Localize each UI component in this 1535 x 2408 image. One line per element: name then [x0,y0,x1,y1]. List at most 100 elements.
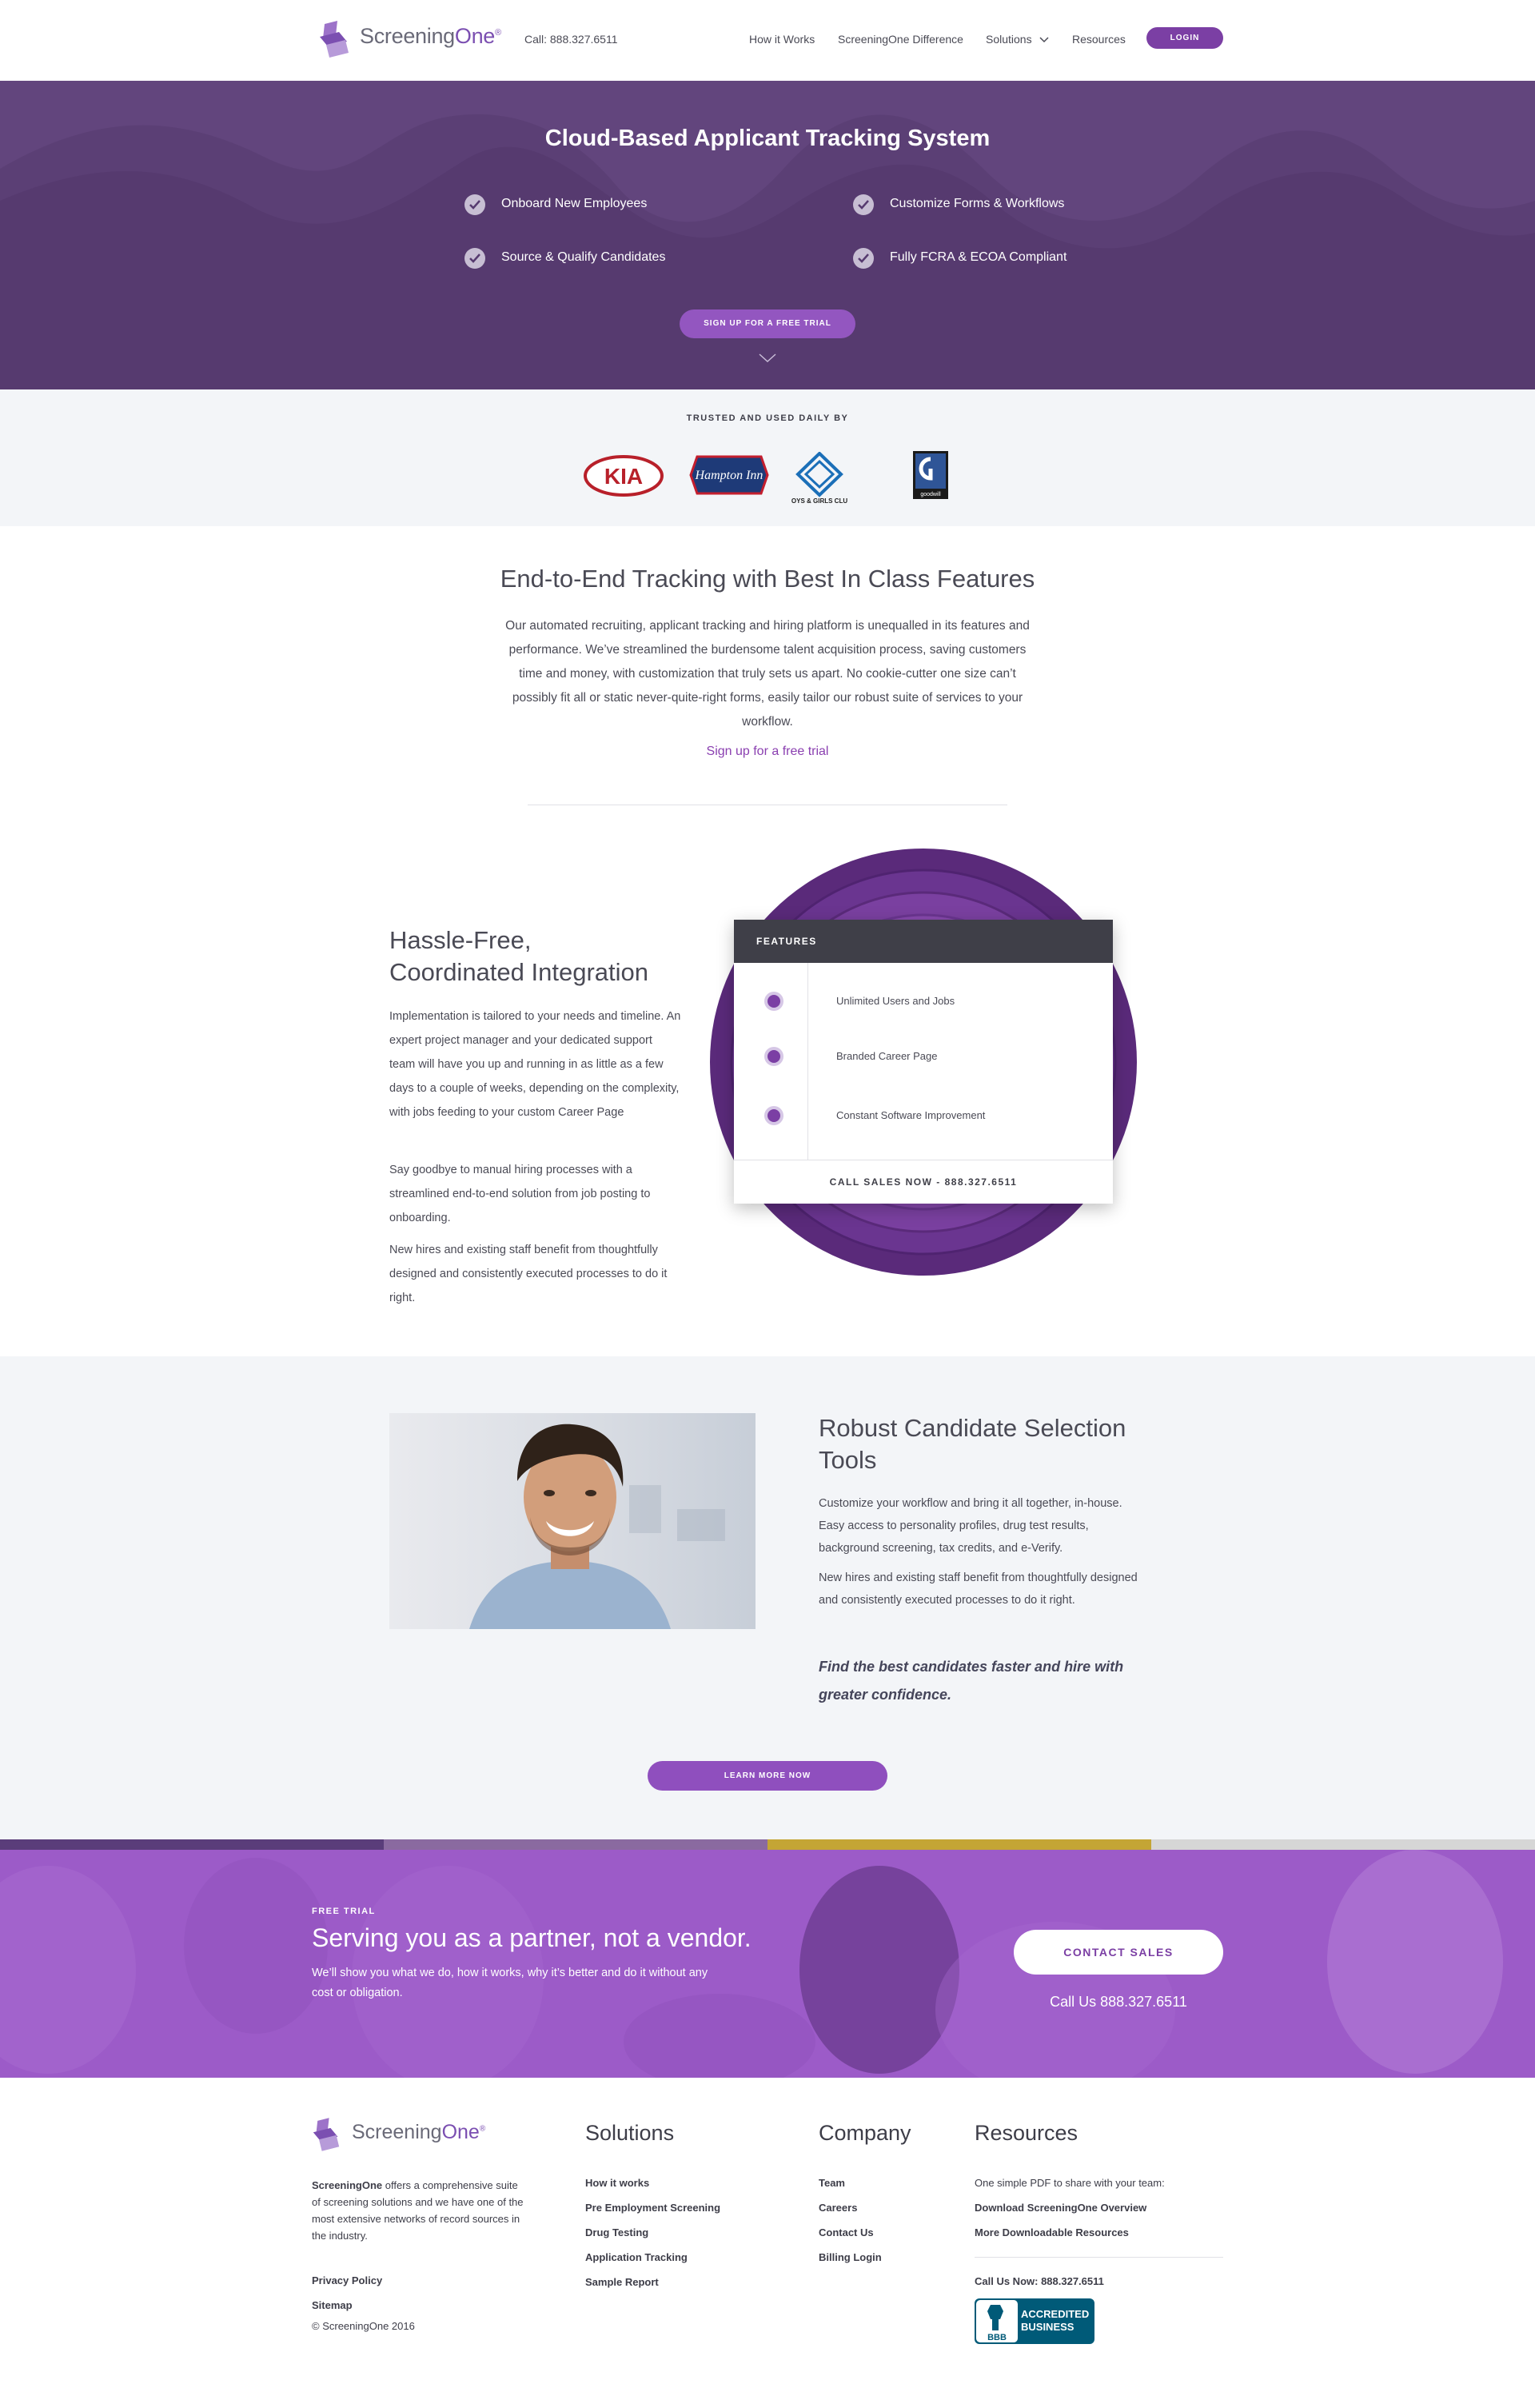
footer-link-team[interactable]: Team [819,2177,845,2189]
boys-girls-club-logo: BOYS & GIRLS CLUB [791,452,847,505]
checkmark-glyph-icon [858,254,869,263]
robust-title-line2: Tools [819,1446,877,1474]
features-heading: FEATURES [734,920,1113,963]
screeningone-logo-icon[interactable] [312,2118,341,2151]
feature-item: Unlimited Users and Jobs [836,995,955,1007]
header-call[interactable]: Call: 888.327.6511 [524,33,618,46]
solutions-heading: Solutions [585,2121,675,2145]
chevron-down-icon [1039,37,1050,43]
contact-sales-button[interactable]: CONTACT SALES [1014,1930,1223,1975]
trusted-logos-section: TRUSTED AND USED DAILY BY KIA Hampton In… [0,389,1535,526]
brand-logo-text[interactable]: ScreeningOne® [360,24,501,49]
logo-text-brand: One [441,2121,480,2143]
logo-text-brand: One [454,24,496,48]
nav-how-it-works[interactable]: How it Works [749,33,815,46]
cta-subtitle: We’ll show you what we do, how it works,… [312,1967,708,1999]
footer-link-contact-us[interactable]: Contact Us [819,2226,874,2238]
footer-logo-text[interactable]: ScreeningOne® [352,2121,485,2144]
intro-title: End-to-End Tracking with Best In Class F… [500,565,1035,593]
copyright: © ScreeningOne 2016 [312,2320,415,2332]
resources-heading: Resources [975,2121,1078,2145]
nav-resources[interactable]: Resources [1072,33,1126,46]
robust-section: Robust Candidate Selection Tools Customi… [0,1356,1535,1839]
svg-text:BBB: BBB [987,2333,1007,2342]
integration-title-line1: Hassle-Free, [389,926,532,954]
robust-emphasis: Find the best candidates faster and hire… [819,1659,1124,1703]
color-strip-segment [384,1839,768,1850]
check-icon [764,1047,783,1066]
check-icon [764,992,783,1011]
site-footer: ScreeningOne® ScreeningOne offers a comp… [0,2078,1535,2408]
feature-item: Constant Software Improvement [836,1109,986,1121]
free-trial-button[interactable]: SIGN UP FOR A FREE TRIAL [680,309,855,338]
robust-paragraph: New hires and existing staff benefit fro… [819,1571,1138,1607]
integration-paragraph: New hires and existing staff benefit fro… [389,1244,668,1304]
checkmark-glyph-icon [858,200,869,210]
cta-title: Serving you as a partner, not a vendor. [312,1923,752,1952]
bbb-line1: ACCREDITED [1021,2308,1090,2320]
logo-text-plain: Screening [360,24,455,48]
chevron-down-icon[interactable] [759,353,776,363]
robust-title: Robust Candidate Selection Tools [819,1412,1162,1476]
team-photo-background [0,1850,1503,2078]
site-header: ScreeningOne® Call: 888.327.6511 How it … [0,0,1535,81]
hero-feature-source: Source & Qualify Candidates [501,250,666,264]
footer-link-how-it-works[interactable]: How it works [585,2177,649,2189]
color-strip-segment [0,1839,384,1850]
integration-paragraph: Say goodbye to manual hiring processes w… [389,1164,651,1224]
bbb-torch-icon: BBB [987,2305,1007,2342]
footer-link-sample-report[interactable]: Sample Report [585,2276,659,2288]
checkmark-glyph-icon [469,254,480,263]
bbb-accredited-badge[interactable]: BBB ACCREDITED BUSINESS [975,2298,1094,2344]
hero-feature-compliant: Fully FCRA & ECOA Compliant [890,250,1067,264]
svg-text:goodwill: goodwill [920,492,941,497]
free-trial-link[interactable]: Sign up for a free trial [0,745,1535,759]
color-strip-segment [1151,1839,1535,1850]
footer-link-careers[interactable]: Careers [819,2202,857,2214]
cta-kicker: FREE TRIAL [312,1907,376,1916]
company-heading: Company [819,2121,911,2145]
privacy-policy-link[interactable]: Privacy Policy [312,2274,382,2286]
check-icon [764,1106,783,1125]
integration-title: Hassle-Free, Coordinated Integration [389,924,693,988]
sitemap-link[interactable]: Sitemap [312,2299,353,2311]
svg-text:BOYS & GIRLS CLUB: BOYS & GIRLS CLUB [791,497,847,505]
nav-solutions-label: Solutions [986,33,1032,46]
more-resources-link[interactable]: More Downloadable Resources [975,2226,1129,2238]
hero-feature-onboard: Onboard New Employees [501,197,648,210]
logo-registered: ® [479,2124,486,2134]
bbb-seal: BBB [976,2300,1018,2342]
footer-link-application-tracking[interactable]: Application Tracking [585,2251,688,2263]
login-button[interactable]: LOGIN [1146,27,1223,49]
hero-title: Cloud-Based Applicant Tracking System [544,126,991,151]
robust-paragraph: Customize your workflow and bring it all… [819,1497,1122,1555]
footer-link-pre-employment[interactable]: Pre Employment Screening [585,2202,720,2214]
cta-section: FREE TRIAL Serving you as a partner, not… [0,1850,1535,2078]
footer-call-link[interactable]: Call Us Now: 888.327.6511 [975,2275,1104,2287]
checkmark-glyph-icon [469,200,480,210]
logo-text-plain: Screening [352,2121,442,2143]
cta-call-link[interactable]: Call Us 888.327.6511 [1014,1994,1223,2011]
call-sales-link[interactable]: CALL SALES NOW - 888.327.6511 [734,1160,1113,1204]
footer-link-billing-login[interactable]: Billing Login [819,2251,882,2263]
bbb-text: ACCREDITED BUSINESS [1021,2308,1089,2334]
footer-about-brand: ScreeningOne [312,2179,383,2191]
features-divider [807,963,808,1160]
screeningone-logo-icon[interactable] [318,21,350,58]
smiling-man-photo [389,1413,756,1629]
goodwill-logo: goodwill [913,451,948,499]
resources-intro: One simple PDF to share with your team: [975,2177,1165,2189]
learn-more-button[interactable]: LEARN MORE NOW [648,1761,887,1791]
logo-registered: ® [495,28,501,38]
integration-paragraph: Implementation is tailored to your needs… [389,1010,681,1119]
trusted-label: TRUSTED AND USED DAILY BY [686,413,849,423]
svg-text:KIA: KIA [604,464,643,489]
features-card: FEATURES Unlimited Users and Jobs Brande… [734,920,1113,1204]
footer-about: ScreeningOne offers a comprehensive suit… [312,2177,524,2244]
nav-solutions[interactable]: Solutions [986,33,1050,46]
footer-rule [975,2257,1223,2258]
bbb-line2: BUSINESS [1021,2321,1074,2333]
download-overview-link[interactable]: Download ScreeningOne Overview [975,2202,1146,2214]
nav-screeningone-difference[interactable]: ScreeningOne Difference [838,33,963,46]
footer-link-drug-testing[interactable]: Drug Testing [585,2226,648,2238]
